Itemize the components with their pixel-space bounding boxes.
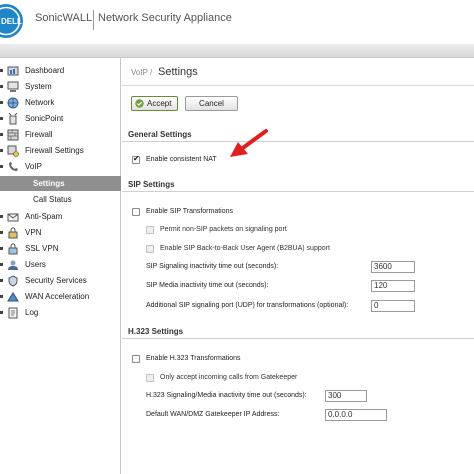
sidebar-item-ssl-vpn[interactable]: SSL VPN [0,241,121,257]
sip-transformations-checkbox[interactable] [132,208,140,216]
expand-marker[interactable] [0,279,3,282]
sip-udp-port-label: Additional SIP signaling port (UDP) for … [146,302,349,309]
anti-spam-icon [7,213,19,222]
expand-marker[interactable] [0,215,3,218]
dell-logo: DELL [0,4,23,38]
voip-icon [9,162,18,171]
sidebar-subitem-call-status[interactable]: Call Status [0,192,121,207]
security-services-icon [8,275,18,287]
breadcrumb-parent[interactable]: VoIP / [131,68,152,77]
firewall-icon [7,129,19,141]
expand-marker[interactable] [0,231,3,234]
svg-text:DELL: DELL [1,17,22,26]
breadcrumb: VoIP / Settings [122,58,474,86]
expand-marker[interactable] [0,295,3,298]
h323-transformations-row: Enable H.323 Transformations [132,353,332,367]
accept-button[interactable]: Accept [131,96,178,111]
sip-signaling-timeout-label: SIP Signaling inactivity time out (secon… [146,263,279,270]
gatekeeper-ip-input[interactable]: 0.0.0.0 [325,409,387,421]
vpn-icon [8,227,18,239]
expand-marker[interactable] [0,133,3,136]
expand-marker[interactable] [0,101,3,104]
system-icon [7,81,19,92]
permit-non-sip-checkbox[interactable] [146,226,154,234]
expand-marker[interactable] [0,69,3,72]
sidebar-item-wan-acceleration[interactable]: WAN Acceleration [0,289,121,305]
sip-media-timeout-label: SIP Media inactivity time out (seconds): [146,282,269,289]
h323-settings-heading: H.323 Settings [122,325,474,339]
dashboard-icon [7,66,19,76]
consistent-nat-checkbox[interactable] [132,154,140,164]
only-gatekeeper-row: Only accept incoming calls from Gatekeep… [146,372,346,386]
general-settings-heading: General Settings [122,128,474,142]
sidebar-item-vpn[interactable]: VPN [0,225,121,241]
main-content: VoIP / Settings Accept Cancel General Se… [122,58,474,474]
sidebar-item-firewall-settings[interactable]: Firewall Settings [0,143,121,159]
sidebar-item-sonicpoint[interactable]: SonicPoint [0,111,121,127]
h323-timeout-label: H.323 Signaling/Media inactivity time ou… [146,392,307,399]
ssl-vpn-icon [8,243,18,255]
brand-name: SonicWALL [35,12,93,24]
action-bar: Accept Cancel [122,96,474,116]
log-icon [8,307,18,319]
b2bua-row: Enable SIP Back-to-Back User Agent (B2BU… [146,243,366,257]
expand-marker[interactable] [0,263,3,266]
check-icon [135,99,144,108]
h323-transformations-checkbox[interactable] [132,355,140,363]
sidebar-item-users[interactable]: Users [0,257,121,273]
b2bua-checkbox[interactable] [146,245,154,253]
sip-settings-heading: SIP Settings [122,178,474,192]
sidebar-subitem-settings[interactable]: Settings [0,176,121,191]
expand-marker[interactable] [0,117,3,120]
permit-non-sip-row: Permit non-SIP packets on signaling port [146,224,346,238]
expand-marker[interactable] [0,149,3,152]
h323-timeout-input[interactable]: 300 [325,390,367,402]
sonicpoint-icon [8,113,18,125]
sip-signaling-timeout-input[interactable]: 3600 [371,261,415,273]
app-header: DELL SonicWALL Network Security Applianc… [0,0,474,44]
sidebar-item-network[interactable]: Network [0,95,121,111]
page-title: Settings [158,66,198,78]
sidebar-item-log[interactable]: Log [0,305,121,321]
expand-marker[interactable] [0,247,3,250]
network-icon [7,97,19,109]
gatekeeper-ip-label: Default WAN/DMZ Gatekeeper IP Address: [146,411,280,418]
sidebar-item-system[interactable]: System [0,79,121,95]
only-gatekeeper-checkbox[interactable] [146,374,154,382]
product-name: Network Security Appliance [98,12,232,24]
sidebar-item-anti-spam[interactable]: Anti-Spam [0,209,121,225]
sidebar-item-dashboard[interactable]: Dashboard [0,63,121,79]
cancel-button[interactable]: Cancel [185,96,238,111]
sip-media-timeout-input[interactable]: 120 [371,280,415,292]
firewall-settings-icon [7,145,19,157]
sidebar: Dashboard System Network SonicPoint Fire… [0,58,121,474]
expand-marker[interactable] [0,165,3,168]
red-arrow-annotation [230,129,268,157]
users-icon [8,260,18,270]
sip-udp-port-input[interactable]: 0 [371,300,415,312]
expand-marker[interactable] [0,85,3,88]
sidebar-item-firewall[interactable]: Firewall [0,127,121,143]
header-band [0,44,474,58]
wan-acceleration-icon [7,292,19,302]
brand-divider [93,10,94,30]
sidebar-item-security-services[interactable]: Security Services [0,273,121,289]
expand-marker[interactable] [0,311,3,314]
sidebar-item-voip[interactable]: VoIP [0,159,121,175]
sip-transformations-row: Enable SIP Transformations [132,206,332,220]
